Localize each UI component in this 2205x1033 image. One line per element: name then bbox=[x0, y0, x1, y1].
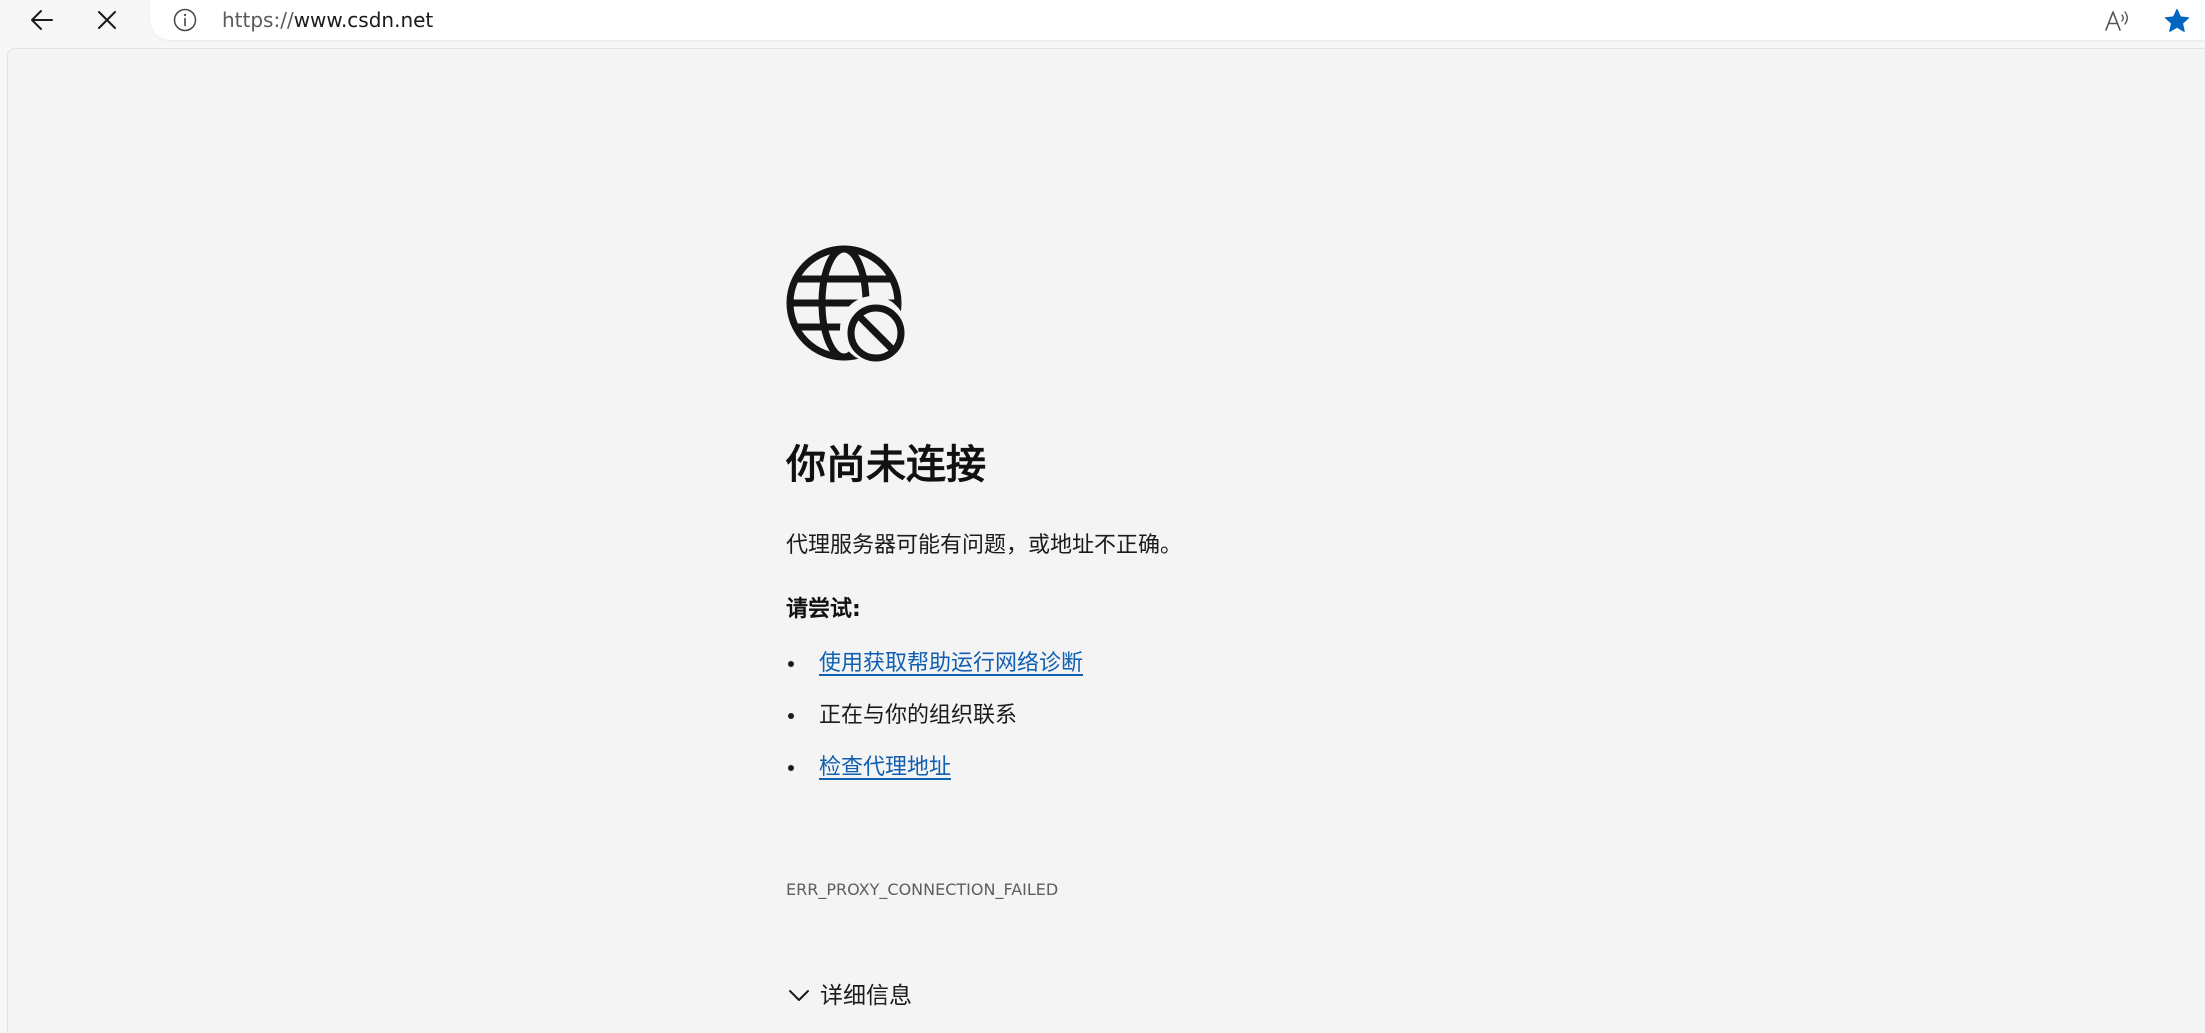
bullet-icon bbox=[788, 661, 794, 667]
page-content: 你尚未连接 代理服务器可能有问题，或地址不正确。 请尝试: 使用获取帮助运行网络… bbox=[7, 48, 2205, 1033]
browser-toolbar: https://www.csdn.net bbox=[0, 0, 2205, 42]
address-bar[interactable]: https://www.csdn.net bbox=[150, 0, 2205, 40]
site-info-button[interactable] bbox=[172, 7, 198, 33]
read-aloud-icon bbox=[2105, 11, 2128, 31]
list-item: 检查代理地址 bbox=[786, 753, 1083, 805]
details-label: 详细信息 bbox=[820, 983, 912, 1009]
error-description: 代理服务器可能有问题，或地址不正确。 bbox=[786, 533, 1183, 558]
bullet-icon bbox=[788, 713, 794, 719]
star-filled-icon bbox=[2164, 8, 2190, 32]
info-circle-icon bbox=[173, 8, 197, 32]
network-diagnostics-link[interactable]: 使用获取帮助运行网络诊断 bbox=[819, 651, 1083, 676]
close-icon bbox=[98, 11, 116, 29]
stop-loading-button[interactable] bbox=[87, 0, 127, 40]
list-item: 正在与你的组织联系 bbox=[786, 701, 1083, 753]
list-item: 使用获取帮助运行网络诊断 bbox=[786, 649, 1083, 701]
read-aloud-button[interactable] bbox=[2100, 4, 2134, 38]
back-button[interactable] bbox=[22, 0, 62, 40]
contact-organization-text: 正在与你的组织联系 bbox=[819, 703, 1018, 728]
favorite-button[interactable] bbox=[2160, 4, 2194, 38]
url-text[interactable]: https://www.csdn.net bbox=[222, 8, 433, 32]
arrow-left-icon bbox=[31, 10, 53, 30]
page-title: 你尚未连接 bbox=[786, 442, 986, 488]
url-host: www.csdn.net bbox=[293, 8, 434, 32]
globe-blocked-icon bbox=[786, 245, 905, 362]
details-button[interactable]: 详细信息 bbox=[786, 978, 912, 1014]
check-proxy-link[interactable]: 检查代理地址 bbox=[819, 755, 951, 780]
error-code: ERR_PROXY_CONNECTION_FAILED bbox=[786, 880, 1059, 899]
url-scheme: https:// bbox=[222, 8, 294, 32]
bullet-icon bbox=[788, 765, 794, 771]
chevron-down-icon bbox=[786, 983, 812, 1009]
suggestion-list: 使用获取帮助运行网络诊断 正在与你的组织联系 检查代理地址 bbox=[786, 649, 1083, 805]
try-heading: 请尝试: bbox=[786, 597, 861, 622]
